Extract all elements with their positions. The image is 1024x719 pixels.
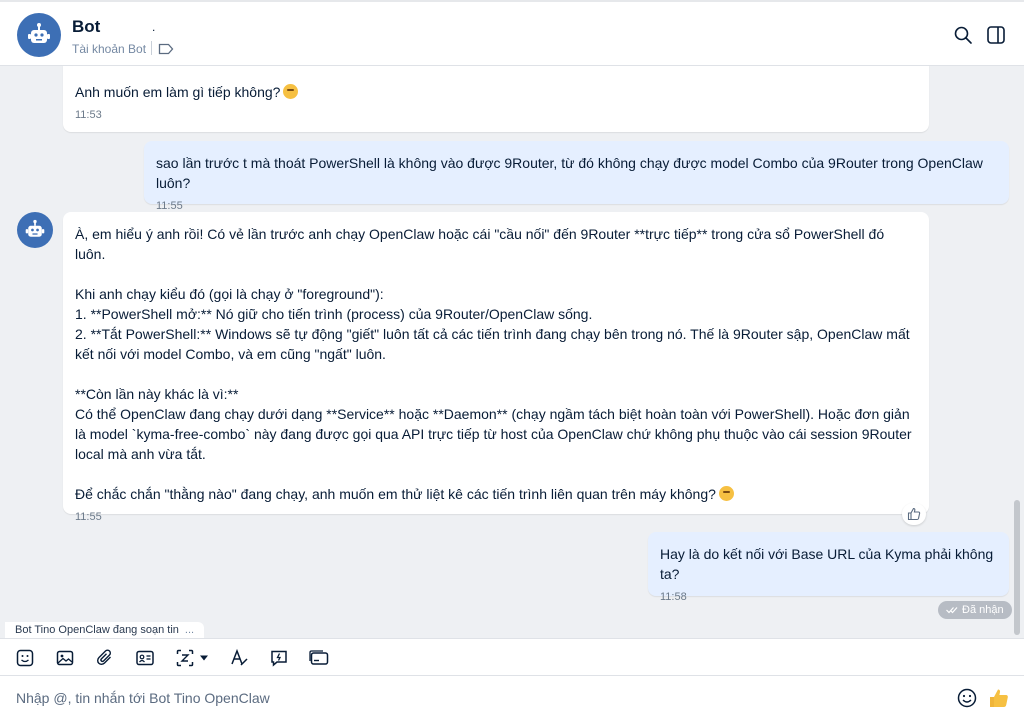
chat-title[interactable]: Bot: [72, 17, 100, 37]
composer-toolbar: [0, 638, 1024, 676]
typing-text: Bot Tino OpenClaw đang soạn tin: [15, 624, 179, 636]
chevron-down-icon[interactable]: [197, 647, 211, 669]
chat-header: Bot . Tài khoản Bot: [0, 0, 1024, 66]
message-bubble-bot[interactable]: À, em hiểu ý anh rồi! Có vẻ lần trước an…: [63, 212, 929, 523]
message-list[interactable]: Anh muốn em làm gì tiếp không? 11:53 sao…: [0, 66, 1024, 638]
sticker-icon[interactable]: [14, 647, 36, 669]
delivery-status-text: Đã nhận: [962, 604, 1004, 616]
bot-icon: [28, 23, 50, 43]
screenshot-icon[interactable]: [174, 647, 196, 669]
header-dot: .: [152, 20, 156, 34]
quick-message-icon[interactable]: [268, 647, 290, 669]
message-text: sao lần trước t mà thoát PowerShell là k…: [156, 155, 987, 191]
card-icon[interactable]: [308, 647, 330, 669]
sidebar-toggle-icon[interactable]: [985, 24, 1007, 46]
thumbs-up-outline-icon: [907, 507, 921, 521]
format-text-icon[interactable]: [228, 647, 250, 669]
typing-dots: ...: [184, 624, 195, 636]
message-text: Anh muốn em làm gì tiếp không?: [75, 82, 917, 102]
delivery-status-badge: Đã nhận: [938, 601, 1012, 619]
message-text: À, em hiểu ý anh rồi! Có vẻ lần trước an…: [75, 226, 912, 502]
tag-icon[interactable]: [158, 42, 174, 60]
message-composer: [0, 676, 1024, 719]
contact-card-icon[interactable]: [134, 647, 156, 669]
search-icon[interactable]: [952, 24, 974, 46]
message-text: Hay là do kết nối với Base URL của Kyma …: [660, 546, 998, 582]
message-time: 11:55: [156, 200, 183, 212]
header-divider: [151, 41, 152, 55]
double-check-icon: [946, 607, 958, 614]
chat-scrollbar[interactable]: [1014, 500, 1020, 635]
reaction-button[interactable]: [902, 503, 926, 525]
attach-icon[interactable]: [94, 647, 116, 669]
typing-indicator: Bot Tino OpenClaw đang soạn tin...: [5, 622, 205, 638]
message-bubble-user[interactable]: Hay là do kết nối với Base URL của Kyma …: [648, 532, 1009, 603]
smile-emoji-icon: [718, 486, 734, 501]
message-time: 11:53: [75, 109, 102, 121]
message-bubble-bot[interactable]: Anh muốn em làm gì tiếp không? 11:53: [63, 66, 929, 132]
message-input[interactable]: [16, 687, 916, 709]
message-bubble-user[interactable]: sao lần trước t mà thoát PowerShell là k…: [144, 141, 1009, 212]
image-icon[interactable]: [54, 647, 76, 669]
bot-avatar[interactable]: [17, 13, 61, 57]
smile-emoji-icon: [283, 84, 299, 99]
bot-avatar[interactable]: [17, 212, 53, 248]
message-time: 11:55: [75, 511, 102, 523]
emoji-icon[interactable]: [956, 687, 978, 709]
bot-icon: [25, 219, 45, 237]
chat-subtitle: Tài khoản Bot: [72, 42, 147, 56]
thumbs-up-icon[interactable]: [988, 687, 1010, 709]
